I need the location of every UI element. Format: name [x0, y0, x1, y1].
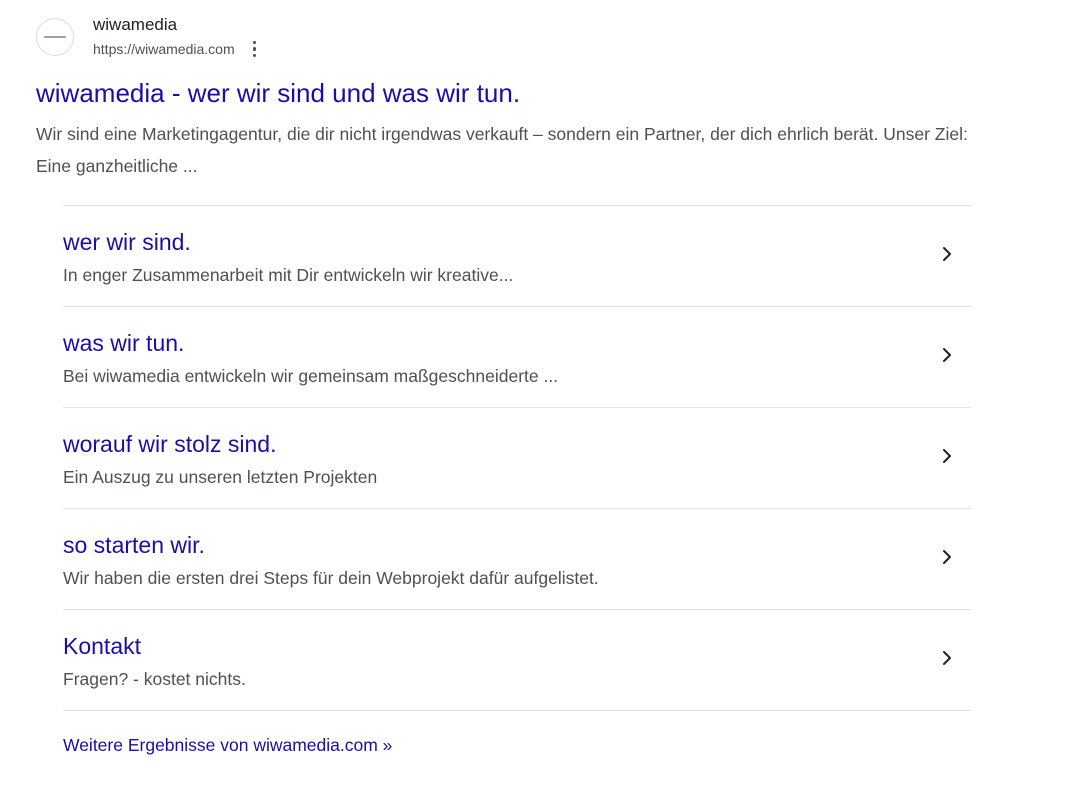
site-url-row: https://wiwamedia.com [93, 39, 261, 59]
search-result: wiwamedia https://wiwamedia.com wiwamedi… [36, 14, 976, 182]
more-vert-icon[interactable] [249, 39, 261, 59]
sitelink-description: In enger Zusammenarbeit mit Dir entwicke… [63, 265, 514, 285]
sitelink-title[interactable]: worauf wir stolz sind. [63, 430, 276, 458]
kebab-dot [252, 47, 257, 51]
site-logo-icon[interactable] [36, 18, 74, 56]
sitelink-description: Fragen? - kostet nichts. [63, 669, 246, 689]
site-meta: wiwamedia https://wiwamedia.com [93, 14, 261, 59]
sitelink-description: Wir haben die ersten drei Steps für dein… [63, 568, 599, 588]
sitelink-description: Bei wiwamedia entwickeln wir gemeinsam m… [63, 366, 559, 386]
sitelink-so-starten-wir[interactable]: so starten wir. Wir haben die ersten dre… [63, 509, 971, 610]
chevron-right-icon[interactable] [937, 648, 957, 668]
chevron-right-icon[interactable] [937, 446, 957, 466]
result-title-link[interactable]: wiwamedia - wer wir sind und was wir tun… [36, 76, 976, 110]
chevron-right-icon[interactable] [937, 244, 957, 264]
chevron-right-icon[interactable] [937, 547, 957, 567]
sitelink-title[interactable]: Kontakt [63, 632, 141, 660]
chevron-right-icon[interactable] [937, 345, 957, 365]
sitelink-wer-wir-sind[interactable]: wer wir sind. In enger Zusammenarbeit mi… [63, 206, 971, 307]
sitelink-was-wir-tun[interactable]: was wir tun. Bei wiwamedia entwickeln wi… [63, 307, 971, 408]
sitelink-title[interactable]: was wir tun. [63, 329, 184, 357]
sitelinks-list: wer wir sind. In enger Zusammenarbeit mi… [63, 205, 971, 711]
site-header: wiwamedia https://wiwamedia.com [36, 14, 976, 66]
sitelink-description: Ein Auszug zu unseren letzten Projekten [63, 467, 378, 487]
site-url[interactable]: https://wiwamedia.com [93, 39, 235, 59]
site-name[interactable]: wiwamedia [93, 14, 261, 36]
sitelink-kontakt[interactable]: Kontakt Fragen? - kostet nichts. [63, 610, 971, 711]
kebab-dot [252, 53, 257, 58]
sitelink-title[interactable]: wer wir sind. [63, 228, 191, 256]
result-snippet: Wir sind eine Marketingagentur, die dir … [36, 124, 968, 176]
more-results-link[interactable]: Weitere Ergebnisse von wiwamedia.com » [63, 734, 392, 756]
kebab-dot [252, 40, 257, 45]
site-logo-mark [44, 36, 66, 38]
sitelink-title[interactable]: so starten wir. [63, 531, 205, 559]
sitelink-worauf-wir-stolz-sind[interactable]: worauf wir stolz sind. Ein Auszug zu uns… [63, 408, 971, 509]
